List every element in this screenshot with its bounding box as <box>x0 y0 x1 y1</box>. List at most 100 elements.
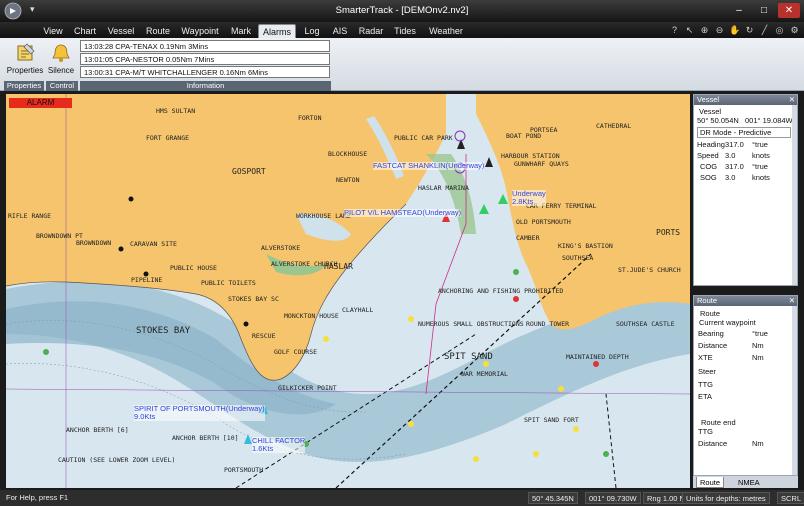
silence-button[interactable]: Silence <box>44 40 78 80</box>
distance-unit: Nm <box>752 341 764 350</box>
vessel-speed: 1.6Kts <box>252 444 274 453</box>
group-label-information: Information <box>80 81 331 91</box>
tab-vessel[interactable]: Vessel <box>104 24 138 38</box>
close-icon[interactable]: ✕ <box>778 3 800 18</box>
close-panel-icon[interactable]: ✕ <box>789 296 795 306</box>
nautical-chart[interactable]: ALARM GOSPORT HASLAR STOKES BAY SPIT SAN… <box>6 94 690 488</box>
arrow-icon[interactable]: ↖ <box>684 25 695 36</box>
silence-label: Silence <box>47 66 75 75</box>
alarm-item[interactable]: 13:03:28 CPA-TENAX 0.19Nm 3Mins <box>80 40 330 52</box>
alarm-indicator[interactable]: ALARM <box>9 98 72 108</box>
tab-radar[interactable]: Radar <box>356 24 386 38</box>
vessel-panel-header: Vessel ✕ <box>694 95 797 105</box>
minimize-icon[interactable]: – <box>728 3 750 18</box>
eta-label: ETA <box>698 392 713 401</box>
chart-label: PORTS <box>656 228 681 237</box>
status-bar: For Help, press F1 50° 45.345N 001° 09.7… <box>0 490 804 506</box>
chart-label: OLD PORTSMOUTH <box>516 218 571 226</box>
chart-label: HMS SULTAN <box>156 107 196 115</box>
chart-label: ANCHOR BERTH [6] <box>66 426 129 434</box>
zoom-in-icon[interactable]: ⊕ <box>699 25 710 36</box>
ttg-label: TTG <box>698 380 713 389</box>
chart-label: GILKICKER POINT <box>278 384 337 392</box>
chart-label: ST.JUDE'S CHURCH <box>618 266 681 274</box>
refresh-icon[interactable]: ↻ <box>744 25 755 36</box>
help-icon[interactable]: ? <box>669 25 680 36</box>
chart-label: PIPELINE <box>131 276 163 284</box>
tab-view[interactable]: View <box>38 24 68 38</box>
tab-weather[interactable]: Weather <box>426 24 466 38</box>
chart-label: BLOCKHOUSE <box>328 150 368 158</box>
title-bar: ▾ SmarterTrack - [DEMOnv2.nv2] – □ ✕ <box>0 0 804 22</box>
tab-log[interactable]: Log <box>300 24 324 38</box>
chart-label: MAINTAINED DEPTH <box>566 353 629 361</box>
vessel-panel: Vessel ✕ Vessel 50° 50.054N 001° 19.084W… <box>693 94 798 286</box>
heading-value: 317.0 <box>725 140 744 149</box>
settings-icon[interactable]: ⚙ <box>789 25 800 36</box>
chart-label: PUBLIC CAR PARK <box>394 134 453 142</box>
chart-label: GUNWHARF QUAYS <box>514 160 569 168</box>
ribbon-panel: Properties Silence 13:03:28 CPA-TENAX 0.… <box>0 38 804 91</box>
chart-label: CLAYHALL <box>342 306 374 314</box>
chart-label: CAMBER <box>516 234 540 242</box>
tab-alarms[interactable]: Alarms <box>258 24 296 38</box>
chart-label: BROWNDOWN <box>76 239 112 247</box>
app-window: ▾ SmarterTrack - [DEMOnv2.nv2] – □ ✕ Vie… <box>0 0 804 506</box>
sog-unit: knots <box>752 173 770 182</box>
chart-label: FORTON <box>298 114 322 122</box>
tab-ais[interactable]: AIS <box>328 24 352 38</box>
chart-label: SPIT SAND <box>444 352 493 362</box>
chart-label: WORKHOUSE LAKE <box>296 212 351 220</box>
tab-chart[interactable]: Chart <box>70 24 100 38</box>
chart-label: NUMEROUS SMALL OBSTRUCTIONS <box>418 320 524 328</box>
vessel-speed: 9.0Kts <box>134 412 156 421</box>
tab-tides[interactable]: Tides <box>390 24 420 38</box>
alarm-item[interactable]: 13:00:31 CPA-M/T WHITCHALLENGER 0.16Nm 6… <box>80 66 330 78</box>
route-end-label: Route end <box>701 418 736 427</box>
tab-mark[interactable]: Mark <box>226 24 256 38</box>
chart-label: PUBLIC HOUSE <box>170 264 217 272</box>
properties-button[interactable]: Properties <box>6 40 44 80</box>
close-panel-icon[interactable]: ✕ <box>789 95 795 105</box>
distance-label: Distance <box>698 341 728 350</box>
group-label-control: Control <box>46 81 78 91</box>
xte-unit: Nm <box>752 353 764 362</box>
maximize-icon[interactable]: □ <box>753 3 775 18</box>
speed-label: Speed <box>697 151 719 160</box>
hand-pan-icon[interactable]: ✋ <box>729 25 740 36</box>
ribbon-tab-bar: View Chart Vessel Route Waypoint Mark Al… <box>0 22 804 38</box>
tab-waypoint[interactable]: Waypoint <box>178 24 222 38</box>
tab-route[interactable]: Route <box>142 24 174 38</box>
speed-unit: knots <box>752 151 770 160</box>
cog-value: 317.0 <box>725 162 744 171</box>
route-panel-scrollbar[interactable] <box>792 306 797 475</box>
vessel-label[interactable]: Underway 2.8Kts <box>512 190 546 206</box>
group-label-properties: Properties <box>4 81 44 91</box>
ruler-icon[interactable]: ╱ <box>759 25 770 36</box>
steer-label: Steer <box>698 367 716 376</box>
sog-label: SOG <box>700 173 717 182</box>
vessel-label[interactable]: CHILL FACTOR 1.6Kts <box>252 437 306 453</box>
cog-unit: °true <box>752 162 768 171</box>
cursor-longitude: 001° 09.730W <box>585 492 641 504</box>
chart-label: NEWTON <box>336 176 360 184</box>
chart-label: ALVERSTOKE <box>261 244 301 252</box>
dr-mode-field[interactable]: DR Mode - Predictive <box>697 127 791 138</box>
vessel-label[interactable]: FASTCAT SHANKLIN(Underway) <box>373 161 485 170</box>
chart-label: SOUTHSEA CASTLE <box>616 320 675 328</box>
vessel-label[interactable]: SPIRIT OF PORTSMOUTH(Underway) 9.0Kts <box>134 405 265 421</box>
vessel-label[interactable]: PILOT V/L HAMSTEAD(Underway) <box>344 209 462 217</box>
target-icon[interactable]: ◎ <box>774 25 785 36</box>
zoom-out-icon[interactable]: ⊖ <box>714 25 725 36</box>
bearing-unit: °true <box>752 329 768 338</box>
chart-label: STOKES BAY <box>136 326 191 336</box>
vessel-name: FASTCAT SHANKLIN(Underway) <box>373 161 485 170</box>
cog-label: COG <box>700 162 718 171</box>
alarm-item[interactable]: 13:01:05 CPA-NESTOR 0.05Nm 7Mins <box>80 53 330 65</box>
sog-value: 3.0 <box>725 173 736 182</box>
vessel-latitude: 50° 50.054N <box>697 116 739 125</box>
tab-nmea-panel[interactable]: NMEA <box>735 477 763 488</box>
properties-icon <box>17 43 35 61</box>
tab-route-panel[interactable]: Route <box>696 477 725 488</box>
vessel-panel-scrollbar[interactable] <box>792 105 797 285</box>
